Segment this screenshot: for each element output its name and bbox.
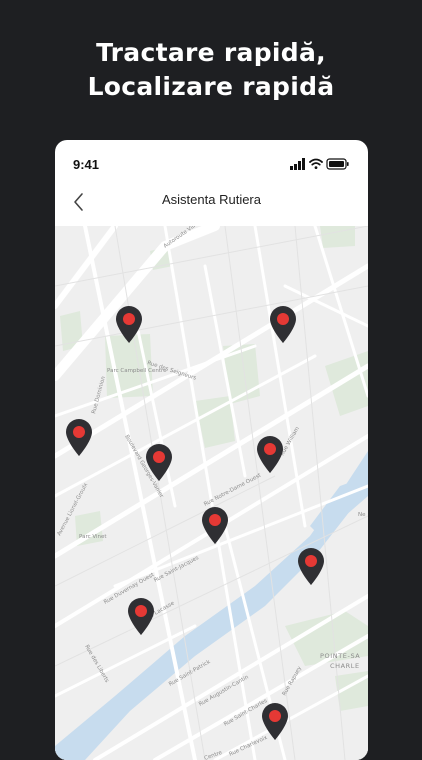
location-pin-icon[interactable] (115, 306, 143, 344)
page-title: Asistenta Rutiera (162, 192, 261, 207)
map-canvas: Autoroute Ville Parc Campbell Centre Rue… (55, 226, 368, 760)
headline-line-1: Tractare rapidă, (96, 38, 326, 67)
nav-bar: Asistenta Rutiera (55, 186, 368, 226)
wifi-icon (309, 158, 323, 169)
battery-icon (326, 158, 349, 170)
location-pin-icon[interactable] (65, 419, 93, 457)
location-pin-icon[interactable] (145, 444, 173, 482)
cellular-signal-icon (290, 158, 305, 170)
location-pin-icon[interactable] (297, 548, 325, 586)
phone-screen: 9:41 Asistenta Rutiera Autoroute Ville P… (55, 140, 368, 760)
label-parc-vinet: Parc Vinet (79, 534, 107, 540)
headline-line-2: Localizare rapidă (87, 72, 335, 101)
location-pin-icon[interactable] (261, 703, 289, 741)
status-bar: 9:41 (55, 140, 368, 186)
location-pin-icon[interactable] (256, 436, 284, 474)
map-view[interactable]: Autoroute Ville Parc Campbell Centre Rue… (55, 226, 368, 760)
headline: Tractare rapidă, Localizare rapidă (0, 36, 422, 104)
label-pointe-sa: POINTE-SA (320, 652, 360, 660)
location-pin-icon[interactable] (269, 306, 297, 344)
label-charle: CHARLE (330, 662, 360, 670)
label-ne: Ne (358, 512, 366, 518)
location-pin-icon[interactable] (201, 507, 229, 545)
status-icons (290, 158, 349, 170)
location-pin-icon[interactable] (127, 598, 155, 636)
status-time: 9:41 (73, 157, 100, 172)
